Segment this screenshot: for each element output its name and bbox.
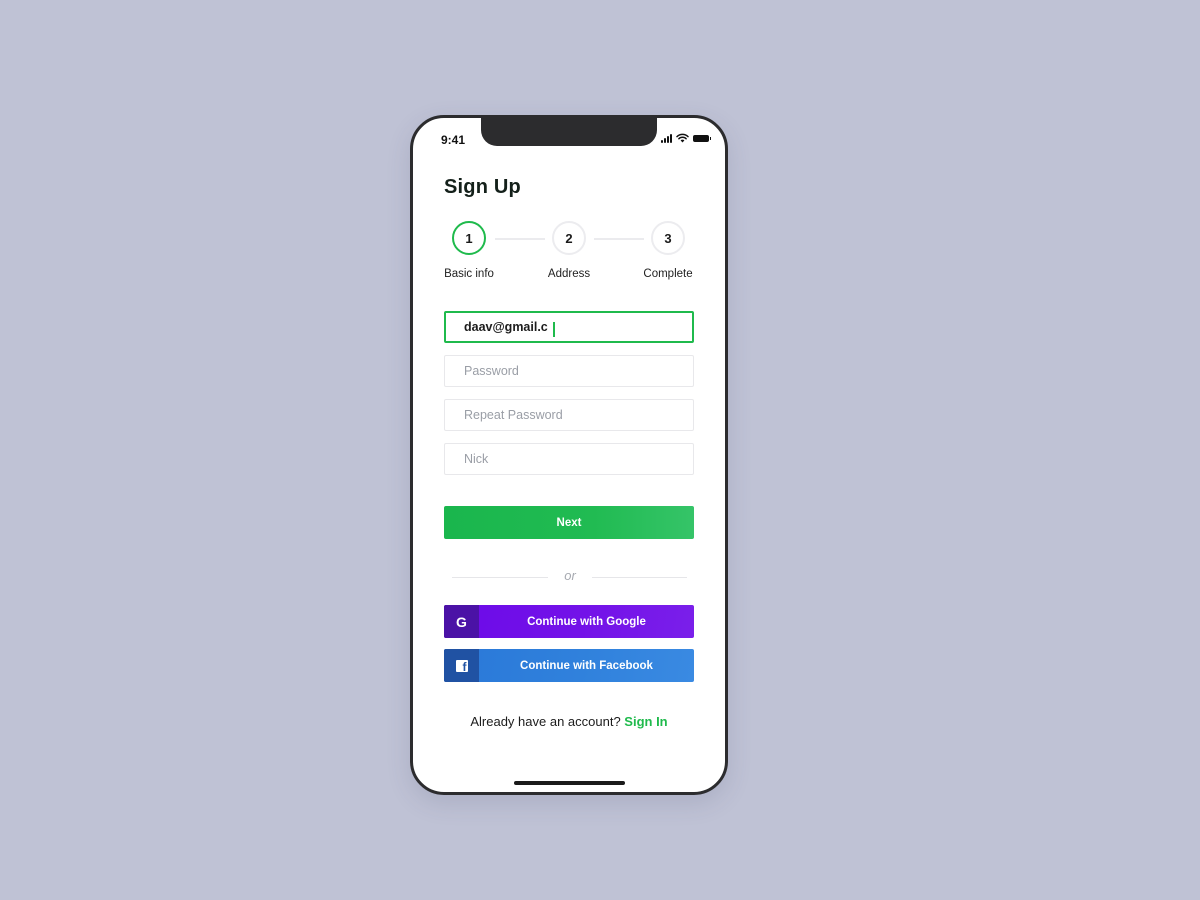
step-3-indicator[interactable]: 3 [651,221,685,255]
facebook-icon: f [444,649,479,682]
home-indicator[interactable] [514,781,625,785]
page-title: Sign Up [444,176,521,198]
wifi-icon [676,133,689,143]
continue-with-facebook-button[interactable]: f Continue with Facebook [444,649,694,682]
signal-icon [661,133,672,143]
step-connector [594,238,644,240]
step-2-label: Address [547,268,591,280]
facebook-icon-glyph: f [455,659,468,672]
divider-or-text: or [564,568,576,583]
status-time: 9:41 [441,133,466,147]
google-icon-glyph: G [456,613,467,630]
facebook-button-label: Continue with Facebook [520,659,653,672]
divider-right [592,577,687,578]
text-caret [553,322,555,337]
email-field[interactable] [444,311,694,343]
step-2-indicator[interactable]: 2 [552,221,586,255]
signin-row: Already have an account? Sign In [413,714,725,729]
sign-in-link[interactable]: Sign In [624,714,667,729]
step-connector [495,238,545,240]
next-button[interactable]: Next [444,506,694,539]
phone-frame: 9:41 Sign Up 1 2 3 Basic info Address Co… [410,115,728,795]
signin-prompt: Already have an account? [470,714,621,729]
password-field[interactable] [444,355,694,387]
repeat-password-field[interactable] [444,399,694,431]
battery-icon [693,134,711,142]
step-1-label: Basic info [444,268,494,280]
step-1-indicator[interactable]: 1 [452,221,486,255]
google-icon: G [444,605,479,638]
nick-field[interactable] [444,443,694,475]
status-icons [661,133,711,143]
divider-left [452,577,548,578]
phone-notch [481,118,657,146]
google-button-label: Continue with Google [527,615,646,628]
continue-with-google-button[interactable]: G Continue with Google [444,605,694,638]
step-3-label: Complete [643,268,693,280]
